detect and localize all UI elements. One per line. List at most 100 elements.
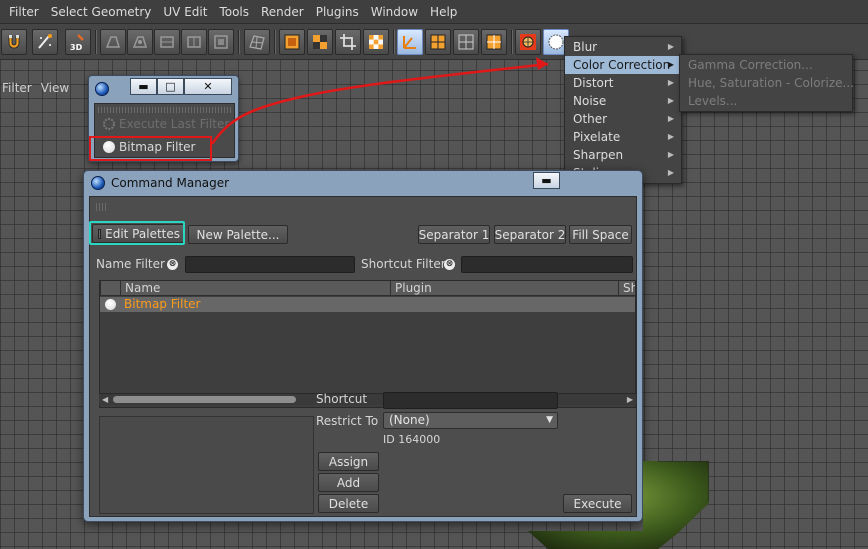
submenu-arrow-icon: ▶ <box>667 150 674 159</box>
filter-context-menu: Blur ▶ Color Correction ▶ Distort ▶ Noise ▶ … <box>564 36 682 184</box>
toolbar-separator <box>95 30 97 54</box>
list-header-plugin[interactable]: Plugin <box>390 281 618 296</box>
submenu-arrow-icon: ▶ <box>667 114 674 123</box>
crop-icon[interactable] <box>335 29 361 55</box>
clear-shortcut-filter-icon[interactable]: ⊗ <box>444 259 455 270</box>
scroll-left-icon[interactable]: ◀ <box>102 395 108 404</box>
restrict-to-label: Restrict To <box>316 414 379 428</box>
scroll-right-icon[interactable]: ▶ <box>627 395 633 404</box>
clear-name-filter-icon[interactable]: ⊗ <box>167 259 178 270</box>
viewbar-view[interactable]: View <box>39 81 76 95</box>
layer-grid-icon[interactable] <box>425 29 451 55</box>
brush-sparkle-icon[interactable] <box>32 29 58 55</box>
axis-icon[interactable] <box>397 29 423 55</box>
table-row[interactable]: Bitmap Filter <box>100 297 635 312</box>
menu-uv-edit[interactable]: UV Edit <box>157 5 213 19</box>
menu-item-gamma-correction[interactable]: Gamma Correction... <box>680 56 852 74</box>
menu-item-noise-label: Noise <box>573 94 607 108</box>
menu-item-distort[interactable]: Distort ▶ <box>565 74 681 92</box>
menu-item-sharpen-label: Sharpen <box>573 148 624 162</box>
menu-item-sharpen[interactable]: Sharpen ▶ <box>565 146 681 164</box>
uv-tool-5-icon[interactable] <box>208 29 234 55</box>
uv-tool-4-icon[interactable] <box>181 29 207 55</box>
menu-plugins[interactable]: Plugins <box>310 5 365 19</box>
cm-grip[interactable] <box>96 203 108 211</box>
toolbar-separator <box>511 30 513 54</box>
menu-item-blur[interactable]: Blur ▶ <box>565 38 681 56</box>
bitmap-filter-icon <box>105 299 116 310</box>
scroll-thumb[interactable] <box>113 396 296 403</box>
submenu-arrow-icon: ▶ <box>667 96 674 105</box>
list-header-name[interactable]: Name <box>120 281 390 296</box>
layer-cross-icon[interactable] <box>481 29 507 55</box>
command-manager-titlebar[interactable]: Command Manager ▬ <box>84 171 642 195</box>
shortcut-input[interactable] <box>383 392 558 409</box>
uv-tool-1-icon[interactable] <box>100 29 126 55</box>
menu-filter[interactable]: Filter <box>3 5 45 19</box>
menu-item-color-correction[interactable]: Color Correction ▶ <box>565 56 681 74</box>
menu-item-blur-label: Blur <box>573 40 598 54</box>
magnet-icon[interactable] <box>1 29 27 55</box>
command-list: Name Plugin Sh Bitmap Filter <box>99 280 636 408</box>
app-orb-icon <box>95 82 109 96</box>
annotation-cyan-box <box>89 221 185 245</box>
menu-item-hue-saturation[interactable]: Hue, Saturation - Colorize... <box>680 74 854 92</box>
cm-minimize-button[interactable]: ▬ <box>533 172 560 189</box>
new-palette-button[interactable]: New Palette... <box>188 225 288 244</box>
toolbar-separator <box>274 30 276 54</box>
toolbar-separator <box>393 30 395 54</box>
submenu-arrow-icon: ▶ <box>667 60 674 69</box>
green-3d-object <box>528 461 709 549</box>
shortcut-filter-input[interactable] <box>461 256 633 273</box>
menu-render[interactable]: Render <box>255 5 310 19</box>
menu-item-other-label: Other <box>573 112 608 126</box>
checker-orange-icon[interactable] <box>307 29 333 55</box>
mesh-icon[interactable] <box>244 29 270 55</box>
menu-item-pixelate-label: Pixelate <box>573 130 621 144</box>
command-manager-title: Command Manager <box>111 176 230 190</box>
menu-item-other[interactable]: Other ▶ <box>565 110 681 128</box>
assign-button[interactable]: Assign <box>318 452 379 471</box>
menu-window[interactable]: Window <box>365 5 424 19</box>
restrict-to-dropdown[interactable]: (None) ▼ <box>383 412 558 429</box>
menu-item-pixelate[interactable]: Pixelate ▶ <box>565 128 681 146</box>
menu-bar: Filter Select Geometry UV Edit Tools Ren… <box>0 0 868 24</box>
uv-tool-2-icon[interactable] <box>127 29 153 55</box>
palette-grip[interactable] <box>98 107 231 113</box>
menu-tools[interactable]: Tools <box>213 5 255 19</box>
list-header-shortcut[interactable]: Sh <box>618 281 635 296</box>
add-button[interactable]: Add <box>318 473 379 492</box>
layer-split-icon[interactable] <box>453 29 479 55</box>
separator-2-button[interactable]: Separator 2 <box>494 225 566 244</box>
viewbar-filter[interactable]: Filter <box>0 81 39 95</box>
minimize-button[interactable]: ▬ <box>130 78 157 95</box>
shortcut-label: Shortcut <box>316 392 368 406</box>
chevron-down-icon: ▼ <box>546 415 553 425</box>
submenu-arrow-icon: ▶ <box>667 78 674 87</box>
view-menu-bar: Filter View <box>0 78 90 98</box>
checker-icon[interactable] <box>363 29 389 55</box>
palette-preview-area <box>99 416 314 514</box>
submenu-arrow-icon: ▶ <box>667 42 674 51</box>
uv-tool-3-icon[interactable] <box>154 29 180 55</box>
menu-item-levels[interactable]: Levels... <box>680 92 852 110</box>
globe-render-icon[interactable] <box>515 29 541 55</box>
maximize-button[interactable]: □ <box>157 78 184 95</box>
list-header: Name Plugin Sh <box>100 281 635 296</box>
close-button[interactable]: ✕ <box>184 78 232 95</box>
execute-last-filter-label: Execute Last Filter <box>119 117 230 131</box>
fill-space-button[interactable]: Fill Space <box>569 225 632 244</box>
row-name: Bitmap Filter <box>124 297 201 311</box>
separator-1-button[interactable]: Separator 1 <box>418 225 490 244</box>
name-filter-input[interactable] <box>185 256 355 273</box>
palette-titlebar[interactable]: ▬ □ ✕ <box>89 76 238 102</box>
delete-button[interactable]: Delete <box>318 494 379 513</box>
submenu-arrow-icon: ▶ <box>667 132 674 141</box>
shortcut-filter-label: Shortcut Filter <box>361 257 446 271</box>
layer-orange-icon[interactable] <box>279 29 305 55</box>
paint-3d-icon[interactable]: 3D <box>65 29 91 55</box>
color-correction-submenu: Gamma Correction... Hue, Saturation - Co… <box>679 54 854 112</box>
menu-select-geometry[interactable]: Select Geometry <box>45 5 158 19</box>
menu-item-noise[interactable]: Noise ▶ <box>565 92 681 110</box>
menu-help[interactable]: Help <box>424 5 463 19</box>
